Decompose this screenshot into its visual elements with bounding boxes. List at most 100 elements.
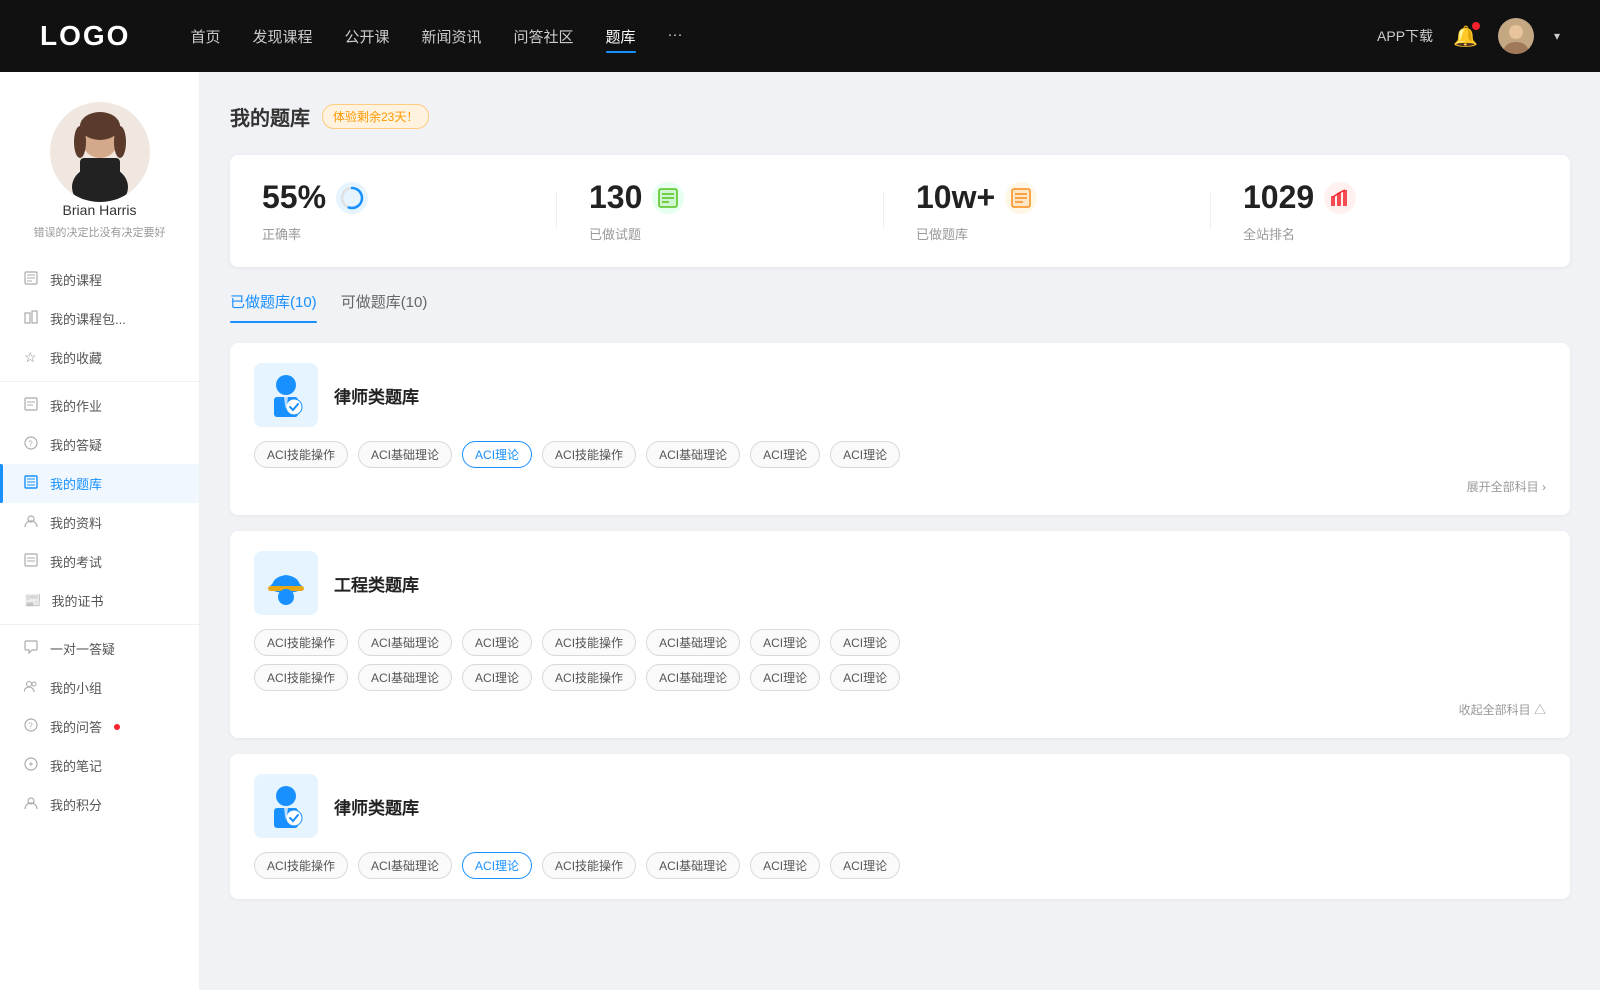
main-content: 我的题库 体验剩余23天！ 55% 正确率 — [200, 72, 1600, 990]
sidebar-item-my-answers[interactable]: ? 我的问答 — [0, 707, 199, 746]
tag-2b-1[interactable]: ACI基础理论 — [358, 664, 452, 691]
tag-2b-4[interactable]: ACI基础理论 — [646, 664, 740, 691]
sidebar-label-my-notes: 我的笔记 — [50, 756, 102, 775]
tag-3-3[interactable]: ACI技能操作 — [542, 852, 636, 879]
sidebar-item-my-groups[interactable]: 我的小组 — [0, 668, 199, 707]
tag-1-5[interactable]: ACI理论 — [750, 441, 820, 468]
page-wrapper: Brian Harris 错误的决定比没有决定要好 我的课程 我的课程包... … — [0, 0, 1600, 990]
tag-2-4[interactable]: ACI基础理论 — [646, 629, 740, 656]
tag-2b-0[interactable]: ACI技能操作 — [254, 664, 348, 691]
tag-2b-5[interactable]: ACI理论 — [750, 664, 820, 691]
stat-rank-value: 1029 — [1243, 179, 1314, 216]
answers-notification-dot — [114, 724, 120, 730]
sidebar-item-my-notes[interactable]: 我的笔记 — [0, 746, 199, 785]
points-icon — [24, 796, 40, 813]
sidebar-label-one-on-one: 一对一答疑 — [50, 639, 115, 658]
sidebar-label-my-questions: 我的答疑 — [50, 435, 102, 454]
user-dropdown-icon[interactable]: ▾ — [1554, 29, 1560, 43]
nav-link-qa[interactable]: 问答社区 — [514, 26, 574, 47]
sidebar-item-my-favorites[interactable]: ☆ 我的收藏 — [0, 338, 199, 377]
sidebar-label-my-exams: 我的考试 — [50, 552, 102, 571]
sidebar-item-my-courses[interactable]: 我的课程 — [0, 260, 199, 299]
user-avatar[interactable] — [1498, 18, 1534, 54]
qbank-header-3: 律师类题库 — [254, 774, 1546, 838]
sidebar-divider-1 — [0, 381, 199, 382]
tag-3-4[interactable]: ACI基础理论 — [646, 852, 740, 879]
sidebar-item-my-points[interactable]: 我的积分 — [0, 785, 199, 824]
stat-accuracy: 55% 正确率 — [262, 179, 557, 243]
sidebar-item-my-profile[interactable]: 我的资料 — [0, 503, 199, 542]
sidebar-label-my-courses: 我的课程 — [50, 270, 102, 289]
sidebar-label-my-qbank: 我的题库 — [50, 474, 102, 493]
qbank-card-lawyer-2: 律师类题库 ACI技能操作 ACI基础理论 ACI理论 ACI技能操作 ACI基… — [230, 754, 1570, 899]
nav-link-open[interactable]: 公开课 — [344, 26, 389, 47]
tag-2b-3[interactable]: ACI技能操作 — [542, 664, 636, 691]
sidebar-label-my-profile: 我的资料 — [50, 513, 102, 532]
tag-1-6[interactable]: ACI理论 — [830, 441, 900, 468]
page-title: 我的题库 — [230, 102, 310, 131]
tab-done[interactable]: 已做题库(10) — [230, 291, 317, 322]
stat-done-questions: 130 已做试题 — [557, 179, 884, 243]
tag-2-1[interactable]: ACI基础理论 — [358, 629, 452, 656]
tag-2-2[interactable]: ACI理论 — [462, 629, 532, 656]
qbank-expand-1[interactable]: 展开全部科目 › — [254, 478, 1546, 495]
tabs-row: 已做题库(10) 可做题库(10) — [230, 291, 1570, 323]
tag-1-1[interactable]: ACI基础理论 — [358, 441, 452, 468]
sidebar-item-one-on-one[interactable]: 一对一答疑 — [0, 629, 199, 668]
sidebar-label-my-answers: 我的问答 — [50, 717, 102, 736]
qbank-card-lawyer-1: 律师类题库 ACI技能操作 ACI基础理论 ACI理论 ACI技能操作 ACI基… — [230, 343, 1570, 515]
nav-link-home[interactable]: 首页 — [190, 26, 220, 47]
tag-3-2[interactable]: ACI理论 — [462, 852, 532, 879]
sidebar-avatar — [50, 102, 150, 202]
sidebar-divider-2 — [0, 624, 199, 625]
tag-1-3[interactable]: ACI技能操作 — [542, 441, 636, 468]
stat-accuracy-value: 55% — [262, 179, 326, 216]
qbank-header-2: 工程类题库 — [254, 551, 1546, 615]
svg-text:?: ? — [28, 440, 33, 449]
qbank-collapse-2[interactable]: 收起全部科目 △ — [254, 701, 1546, 718]
tag-2-3[interactable]: ACI技能操作 — [542, 629, 636, 656]
nav-link-news[interactable]: 新闻资讯 — [422, 26, 482, 47]
qbank-tags-2b: ACI技能操作 ACI基础理论 ACI理论 ACI技能操作 ACI基础理论 AC… — [254, 664, 1546, 691]
sidebar-menu: 我的课程 我的课程包... ☆ 我的收藏 我的作业 ? — [0, 260, 199, 824]
answers-icon: ? — [24, 718, 40, 735]
tag-1-2[interactable]: ACI理论 — [462, 441, 532, 468]
qbank-title-2: 工程类题库 — [334, 571, 419, 596]
qbank-title-3: 律师类题库 — [334, 794, 419, 819]
tab-todo[interactable]: 可做题库(10) — [341, 291, 428, 322]
tag-3-0[interactable]: ACI技能操作 — [254, 852, 348, 879]
sidebar-item-my-packages[interactable]: 我的课程包... — [0, 299, 199, 338]
nav-link-discover[interactable]: 发现课程 — [252, 26, 312, 47]
page-header: 我的题库 体验剩余23天！ — [230, 102, 1570, 131]
app-download-button[interactable]: APP下载 — [1377, 26, 1433, 46]
sidebar-item-my-certs[interactable]: 📰 我的证书 — [0, 581, 199, 620]
sidebar-item-my-homework[interactable]: 我的作业 — [0, 386, 199, 425]
sidebar-label-my-points: 我的积分 — [50, 795, 102, 814]
tag-2-6[interactable]: ACI理论 — [830, 629, 900, 656]
accuracy-icon — [336, 182, 368, 214]
sidebar-label-my-groups: 我的小组 — [50, 678, 102, 697]
nav-logo: LOGO — [40, 20, 130, 52]
tag-3-5[interactable]: ACI理论 — [750, 852, 820, 879]
sidebar-item-my-questions[interactable]: ? 我的答疑 — [0, 425, 199, 464]
tag-3-1[interactable]: ACI基础理论 — [358, 852, 452, 879]
tag-3-6[interactable]: ACI理论 — [830, 852, 900, 879]
tag-1-0[interactable]: ACI技能操作 — [254, 441, 348, 468]
sidebar-item-my-exams[interactable]: 我的考试 — [0, 542, 199, 581]
nav-link-more[interactable]: ··· — [668, 26, 683, 47]
tag-1-4[interactable]: ACI基础理论 — [646, 441, 740, 468]
tag-2b-6[interactable]: ACI理论 — [830, 664, 900, 691]
courses-icon — [24, 271, 40, 288]
sidebar-label-my-packages: 我的课程包... — [50, 309, 126, 328]
tag-2b-2[interactable]: ACI理论 — [462, 664, 532, 691]
sidebar-item-my-qbank[interactable]: 我的题库 — [0, 464, 199, 503]
nav-link-qbank[interactable]: 题库 — [606, 26, 636, 47]
stat-done-banks: 10w+ 已做题库 — [884, 179, 1211, 243]
stat-rank: 1029 全站排名 — [1211, 179, 1538, 243]
tag-2-5[interactable]: ACI理论 — [750, 629, 820, 656]
stat-done-questions-label: 已做试题 — [589, 224, 884, 243]
notification-bell[interactable]: 🔔 — [1453, 24, 1478, 49]
homework-icon — [24, 397, 40, 414]
notification-dot — [1472, 22, 1480, 30]
tag-2-0[interactable]: ACI技能操作 — [254, 629, 348, 656]
